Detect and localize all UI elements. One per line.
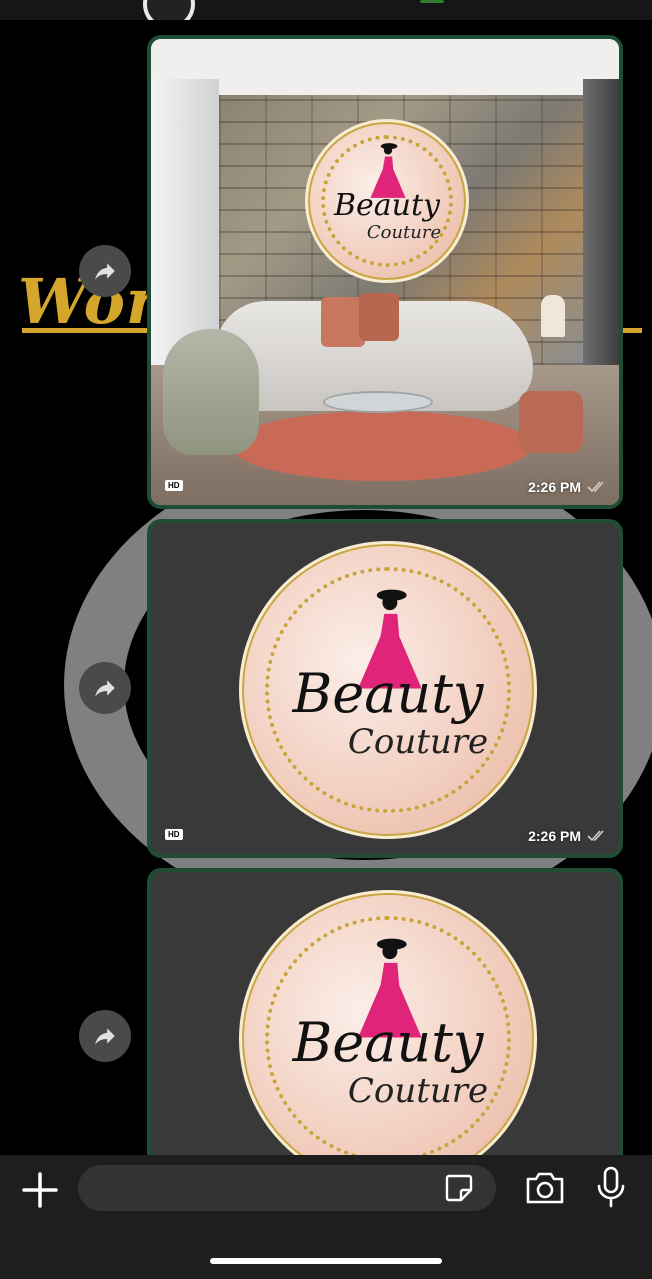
hd-badge: HD xyxy=(165,480,183,491)
read-ticks-icon xyxy=(587,830,604,842)
rug xyxy=(231,411,531,481)
logo-word-couture: Couture xyxy=(347,722,489,762)
image-message[interactable]: Beauty Couture HD 2:26 PM xyxy=(147,35,623,509)
logo-word-couture: Couture xyxy=(366,222,442,243)
logo-word-beauty: Beauty xyxy=(333,188,440,223)
status-bar xyxy=(0,0,652,30)
beauty-couture-logo: Beauty Couture xyxy=(305,119,469,283)
pouf xyxy=(519,391,583,453)
forward-icon xyxy=(95,1028,115,1045)
message-meta: 2:26 PM xyxy=(528,828,607,844)
beauty-couture-logo: Beauty Couture xyxy=(239,890,537,1164)
forward-button[interactable] xyxy=(79,245,131,297)
home-indicator[interactable] xyxy=(210,1258,442,1264)
image-message[interactable]: Beauty Couture xyxy=(147,868,623,1168)
status-indicator xyxy=(420,0,444,3)
camera-icon[interactable] xyxy=(524,1170,566,1206)
forward-button[interactable] xyxy=(79,1010,131,1062)
forward-icon xyxy=(95,680,115,697)
logo-word-beauty: Beauty xyxy=(292,662,484,725)
forward-icon xyxy=(95,263,115,280)
coffee-table xyxy=(323,391,433,413)
sticker-icon[interactable] xyxy=(443,1172,475,1204)
logo-word-beauty: Beauty xyxy=(292,1011,484,1074)
lamp xyxy=(541,295,565,337)
hd-badge: HD xyxy=(165,829,183,840)
image-message[interactable]: Beauty Couture HD 2:26 PM xyxy=(147,519,623,858)
read-ticks-icon xyxy=(587,481,604,493)
message-input[interactable] xyxy=(78,1165,496,1211)
pillow xyxy=(359,293,399,341)
microphone-icon[interactable] xyxy=(596,1166,626,1208)
armchair xyxy=(163,329,259,455)
logo-word-couture: Couture xyxy=(347,1071,489,1111)
message-time: 2:26 PM xyxy=(528,479,581,495)
room-photo: Beauty Couture xyxy=(151,39,619,505)
ceiling xyxy=(151,39,619,95)
forward-button[interactable] xyxy=(79,662,131,714)
beauty-couture-logo: Beauty Couture xyxy=(239,541,537,839)
plus-icon[interactable] xyxy=(20,1170,60,1210)
message-meta: 2:26 PM xyxy=(528,479,607,495)
message-time: 2:26 PM xyxy=(528,828,581,844)
